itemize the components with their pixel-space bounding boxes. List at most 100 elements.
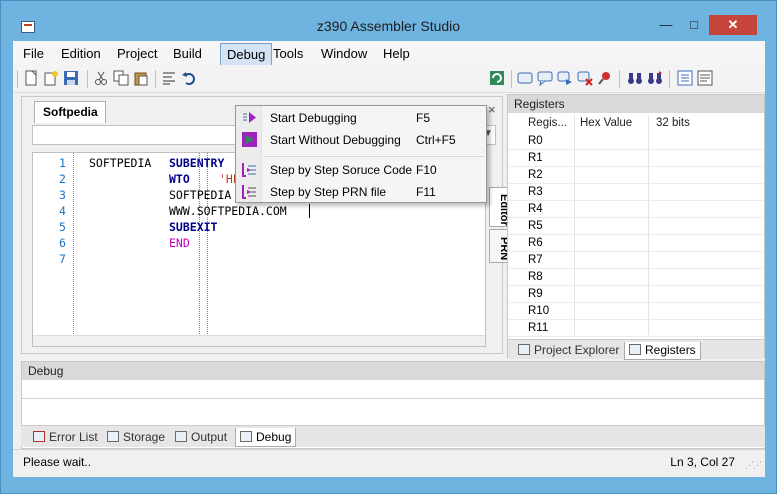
tab-project-explorer-label: Project Explorer [534, 343, 620, 357]
code-line[interactable]: 6 END [33, 235, 473, 251]
menu-project[interactable]: Project [117, 46, 157, 61]
register-name: R1 [528, 152, 543, 164]
menu-separator [264, 156, 484, 157]
tab-softpedia[interactable]: Softpedia [34, 101, 106, 123]
list-icon[interactable] [677, 70, 693, 86]
save-icon[interactable] [63, 70, 79, 86]
menu-item-shortcut: F11 [416, 185, 436, 199]
pin-icon[interactable] [597, 70, 613, 86]
tab-storage[interactable]: Storage [103, 428, 169, 447]
table-row[interactable]: R2 [508, 167, 764, 184]
menu-window[interactable]: Window [321, 46, 367, 61]
properties-icon[interactable] [697, 70, 713, 86]
title-bar[interactable]: z390 Assembler Studio — □ ✕ [1, 1, 776, 39]
toolbar-separator [511, 70, 512, 88]
new-file-icon[interactable] [23, 70, 39, 86]
menu-item-label: Step by Step Soruce Code [270, 163, 413, 177]
menu-item-start-without-debugging[interactable]: Start Without Debugging Ctrl+F5 [236, 129, 486, 151]
tab-error-list[interactable]: Error List [29, 428, 102, 447]
menu-debug[interactable]: Debug [220, 43, 273, 66]
tab-output[interactable]: Output [171, 428, 231, 447]
line-number: 6 [59, 236, 66, 250]
menu-edition[interactable]: Edition [61, 46, 101, 61]
menu-help[interactable]: Help [383, 46, 410, 61]
line-number: 7 [59, 252, 66, 266]
table-row[interactable]: R9 [508, 286, 764, 303]
start-debugging-icon [243, 112, 256, 123]
tab-registers-label: Registers [645, 343, 696, 357]
code-operation: WTO [169, 172, 190, 186]
menu-build[interactable]: Build [173, 46, 202, 61]
table-row[interactable]: R0 [508, 133, 764, 150]
register-name: R4 [528, 203, 543, 215]
maximize-button[interactable]: □ [681, 15, 707, 35]
binoculars-icon[interactable] [627, 70, 643, 86]
forward-icon[interactable] [557, 70, 573, 86]
debug-icon [240, 431, 252, 442]
table-row[interactable]: R8 [508, 269, 764, 286]
code-label: SOFTPEDIA [89, 156, 152, 170]
tab-registers[interactable]: Registers [624, 342, 701, 360]
table-row[interactable]: R10 [508, 303, 764, 320]
minimize-button[interactable]: — [653, 15, 679, 35]
table-row[interactable]: R5 [508, 218, 764, 235]
cut-icon[interactable] [93, 70, 109, 86]
register-name: R3 [528, 186, 543, 198]
table-row[interactable]: R3 [508, 184, 764, 201]
code-line[interactable]: 7 [33, 251, 473, 267]
code-line[interactable]: 4 WWW.SOFTPEDIA.COM [33, 203, 473, 219]
paste-icon[interactable] [133, 70, 149, 86]
window-icon[interactable] [517, 70, 533, 86]
column-register[interactable]: Regis... [528, 117, 567, 129]
code-operation: WWW.SOFTPEDIA.COM [169, 204, 287, 218]
speech-icon[interactable] [537, 70, 553, 87]
project-explorer-icon [518, 344, 530, 355]
debug-title: Debug [22, 362, 764, 380]
line-number: 2 [59, 172, 66, 186]
copy-icon[interactable] [113, 70, 129, 86]
tab-debug[interactable]: Debug [235, 428, 297, 447]
registers-tab-strip: Project Explorer Registers [508, 339, 764, 360]
menu-item-step-source[interactable]: Step by Step Soruce Code F10 [236, 159, 486, 181]
menu-file[interactable]: File [23, 46, 44, 61]
client-area: File Edition Project Build Debug Tools W… [13, 41, 765, 477]
undo-icon[interactable] [181, 70, 197, 86]
menu-tools[interactable]: Tools [273, 46, 303, 61]
line-number: 3 [59, 188, 66, 202]
table-row[interactable]: R1 [508, 150, 764, 167]
output-icon [175, 431, 187, 442]
toolbar-separator [155, 70, 156, 88]
close-button[interactable]: ✕ [709, 15, 757, 35]
register-name: R8 [528, 271, 543, 283]
resize-grip-icon[interactable]: ⋰⋰ [745, 460, 762, 471]
table-row[interactable]: R6 [508, 235, 764, 252]
column-hex-value[interactable]: Hex Value [580, 117, 632, 129]
menu-item-start-debugging[interactable]: Start Debugging F5 [236, 107, 486, 129]
align-icon[interactable] [161, 70, 177, 86]
register-name: R0 [528, 135, 543, 147]
tab-error-list-label: Error List [49, 430, 98, 444]
line-number: 4 [59, 204, 66, 218]
close-document-icon[interactable]: × [488, 102, 496, 117]
registers-panel: Registers Regis... Hex Value 32 bits R0 R… [507, 94, 765, 360]
table-row[interactable]: R11 [508, 320, 764, 337]
start-without-debugging-icon [242, 132, 257, 147]
bottom-tab-strip: Error List Storage Output Debug [21, 425, 765, 447]
tab-storage-label: Storage [123, 430, 166, 444]
menu-item-step-prn[interactable]: Step by Step PRN file F11 [236, 181, 486, 203]
tab-project-explorer[interactable]: Project Explorer [514, 342, 623, 360]
table-row[interactable]: R4 [508, 201, 764, 218]
binoculars-next-icon[interactable] [647, 70, 663, 86]
toolbar-grip [17, 70, 18, 88]
stop-icon[interactable] [577, 70, 593, 86]
code-line[interactable]: 5 SUBEXIT [33, 219, 473, 235]
table-row[interactable]: R7 [508, 252, 764, 269]
new-project-icon[interactable] [43, 70, 59, 86]
refresh-icon[interactable] [489, 70, 505, 86]
status-bar: Please wait.. Ln 3, Col 27 ⋰⋰ [13, 449, 765, 473]
column-32-bits[interactable]: 32 bits [656, 117, 690, 129]
tab-debug-label: Debug [256, 430, 292, 444]
register-name: R10 [528, 305, 550, 317]
menu-item-label: Step by Step PRN file [270, 185, 387, 199]
horizontal-scrollbar[interactable] [33, 335, 485, 346]
